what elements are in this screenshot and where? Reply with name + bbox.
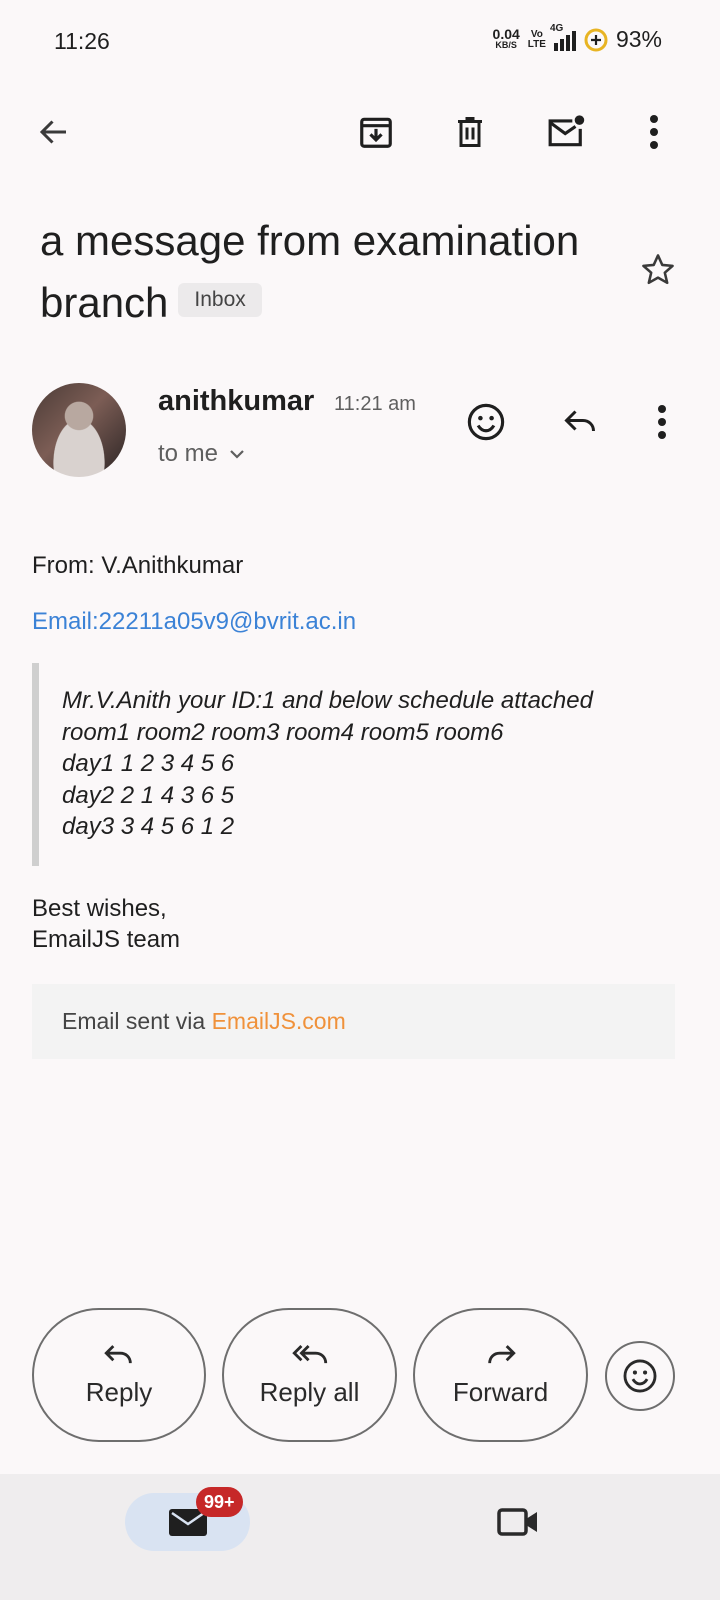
reply-button[interactable]: Reply: [32, 1308, 206, 1442]
volte-top: Vo: [530, 28, 543, 40]
nav-meet[interactable]: [494, 1498, 542, 1546]
signal-icon: 4G: [550, 23, 576, 51]
quote-line: day2 2 1 4 3 6 5: [62, 781, 235, 809]
emailjs-link[interactable]: EmailJS.com: [212, 1008, 346, 1034]
sent-via-footer: Email sent via EmailJS.com: [32, 984, 675, 1059]
quote-bar: [32, 663, 39, 866]
forward-button[interactable]: Forward: [413, 1308, 588, 1442]
footer-text: Email sent via EmailJS.com: [62, 1008, 346, 1035]
chevron-down-icon: [228, 448, 246, 460]
reply-label: Reply: [85, 1376, 153, 1407]
from-line: From: V.Anithkumar: [32, 552, 244, 579]
archive-icon[interactable]: [352, 108, 400, 156]
volte-bottom: LTE: [527, 38, 546, 50]
reply-all-icon: [291, 1344, 327, 1363]
forward-icon: [487, 1344, 516, 1363]
quoted-message: Mr.V.Anith your ID:1 and below schedule …: [62, 685, 593, 843]
battery-percent: 93%: [615, 26, 662, 52]
sent-time: 11:21 am: [334, 393, 416, 415]
back-arrow-icon[interactable]: [30, 108, 78, 156]
volte-indicator: Vo LTE: [527, 28, 546, 50]
status-time: 11:26: [54, 28, 110, 54]
inbox-label-chip[interactable]: Inbox: [178, 282, 262, 317]
delete-icon[interactable]: [446, 108, 494, 156]
network-speed-value: 0.04: [492, 25, 520, 42]
footer-prefix: Email sent via: [62, 1008, 212, 1034]
unread-count-badge: 99+: [196, 1487, 243, 1517]
star-icon[interactable]: [636, 248, 680, 292]
sender-name: anithkumar: [158, 385, 315, 417]
network-speed-unit: KB/S: [495, 39, 517, 50]
video-camera-icon: [497, 1508, 537, 1536]
quote-line: room1 room2 room3 room4 room5 room6: [62, 718, 504, 746]
network-speed: 0.04 KB/S: [492, 25, 520, 51]
quote-line: day1 1 2 3 4 5 6: [62, 750, 235, 777]
quote-line: Mr.V.Anith your ID:1 and below schedule …: [62, 687, 593, 714]
signoff-line: Best wishes,: [32, 895, 167, 922]
subject-block: a message from examination branch Inbox: [40, 210, 620, 334]
react-button[interactable]: [605, 1341, 675, 1411]
recipient-details-toggle[interactable]: to me: [158, 440, 246, 468]
battery-saver-icon: [584, 28, 608, 52]
reply-all-button[interactable]: Reply all: [222, 1308, 397, 1442]
subject-title: a message from examination branch: [40, 217, 580, 326]
reply-icon: [104, 1344, 132, 1363]
mark-unread-icon[interactable]: [540, 108, 592, 156]
signoff: Best wishes, EmailJS team: [32, 893, 180, 955]
signoff-line: EmailJS team: [32, 926, 181, 953]
email-link[interactable]: Email:22211a05v9@bvrit.ac.in: [32, 608, 356, 636]
status-icons: 0.04 KB/S Vo LTE 4G 93%: [492, 23, 662, 53]
reply-all-label: Reply all: [259, 1376, 360, 1407]
reply-icon[interactable]: [556, 398, 604, 446]
add-reaction-icon[interactable]: [462, 398, 510, 446]
bottom-navigation: [0, 1474, 720, 1600]
quote-line: day3 3 4 5 6 1 2: [62, 813, 235, 840]
forward-label: Forward: [452, 1376, 549, 1407]
message-more-icon[interactable]: [642, 398, 682, 446]
emoji-icon: [623, 1359, 657, 1393]
sender-avatar[interactable]: [32, 383, 126, 477]
recipient-label: to me: [158, 440, 219, 467]
network-type: 4G: [549, 22, 564, 34]
more-vert-icon[interactable]: [634, 108, 674, 156]
